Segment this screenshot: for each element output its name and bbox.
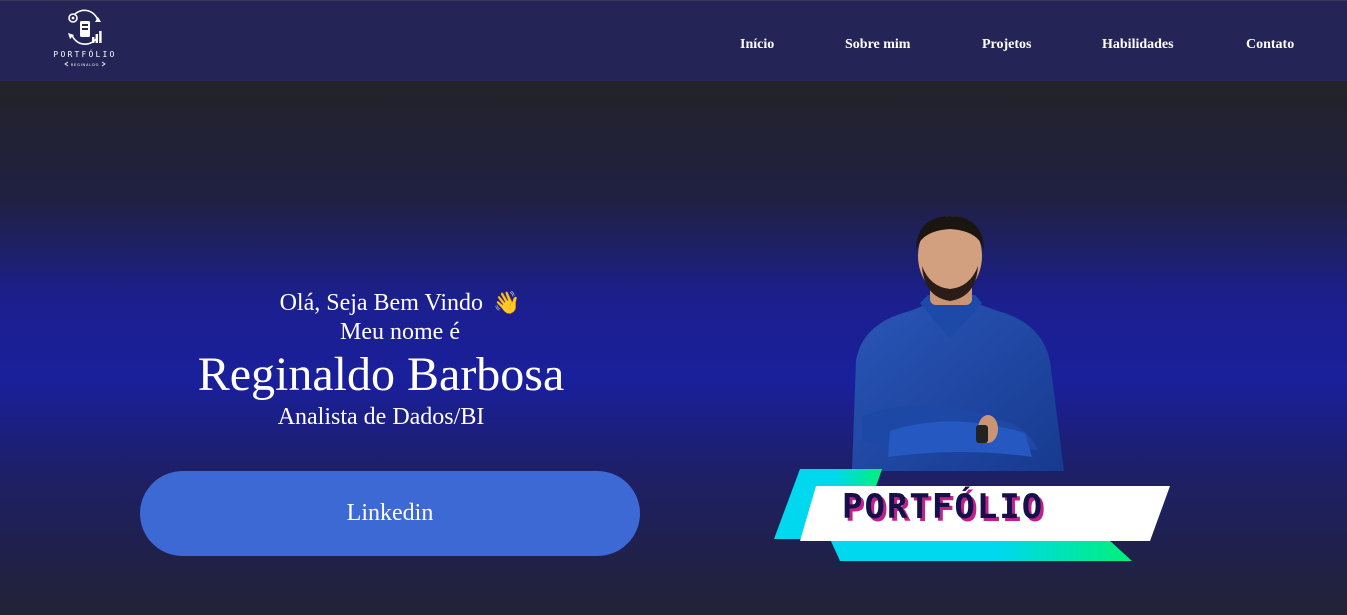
portrait-image: PORTFÓLIO PORTFÓLIO	[770, 211, 1175, 561]
nav-menu: Início Sobre mim Projetos Habilidades Co…	[0, 37, 1347, 57]
navbar: PORTFÓLIO REGINALDO Início Sobre mim Pro…	[0, 0, 1347, 81]
portfolio-banner: PORTFÓLIO PORTFÓLIO	[774, 469, 1170, 561]
logo-subtitle: REGINALDO	[71, 63, 100, 67]
nav-item-inicio[interactable]: Início	[740, 37, 774, 53]
greeting-text: Olá, Seja Bem Vindo	[279, 290, 484, 316]
nav-item-projetos[interactable]: Projetos	[982, 37, 1032, 53]
nav-item-habilidades[interactable]: Habilidades	[1102, 37, 1174, 53]
hero-section: Olá, Seja Bem Vindo 👋 Meu nome é Reginald…	[0, 81, 1347, 615]
person-role: Analista de Dados/BI	[277, 404, 485, 430]
nav-item-sobre-mim[interactable]: Sobre mim	[845, 37, 910, 53]
nav-item-contato[interactable]: Contato	[1246, 37, 1294, 53]
greeting: Olá, Seja Bem Vindo 👋	[140, 288, 660, 318]
portfolio-banner-text: PORTFÓLIO	[842, 486, 1044, 527]
linkedin-button[interactable]: Linkedin	[140, 471, 640, 556]
person-name: Reginaldo Barbosa	[197, 348, 565, 401]
intro-text: Meu nome é	[340, 319, 460, 345]
waving-hand-icon: 👋	[493, 290, 521, 315]
person-photo	[852, 216, 1064, 471]
